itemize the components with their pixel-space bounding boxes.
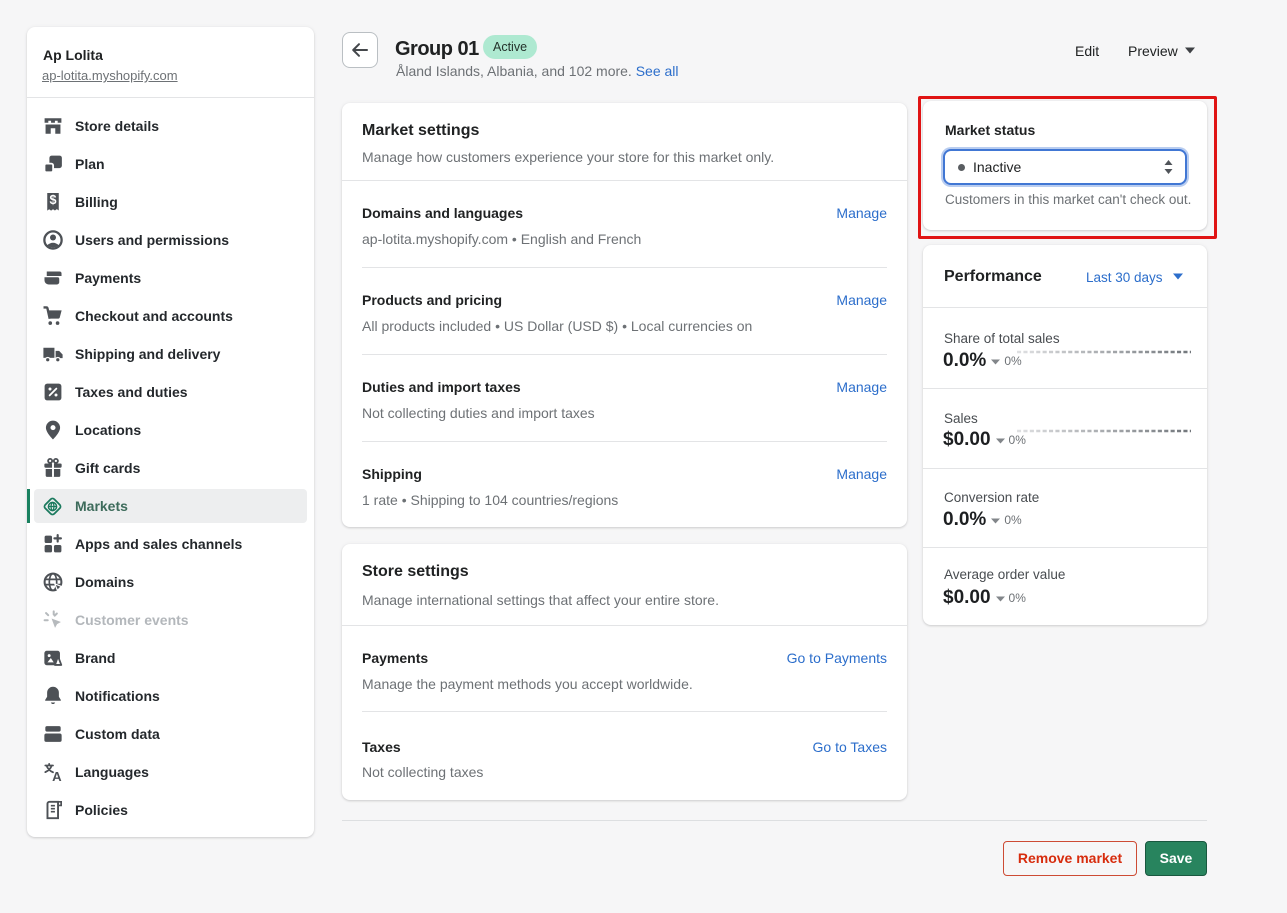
svg-text:A: A [52, 769, 62, 784]
svg-text:$: $ [49, 193, 56, 207]
